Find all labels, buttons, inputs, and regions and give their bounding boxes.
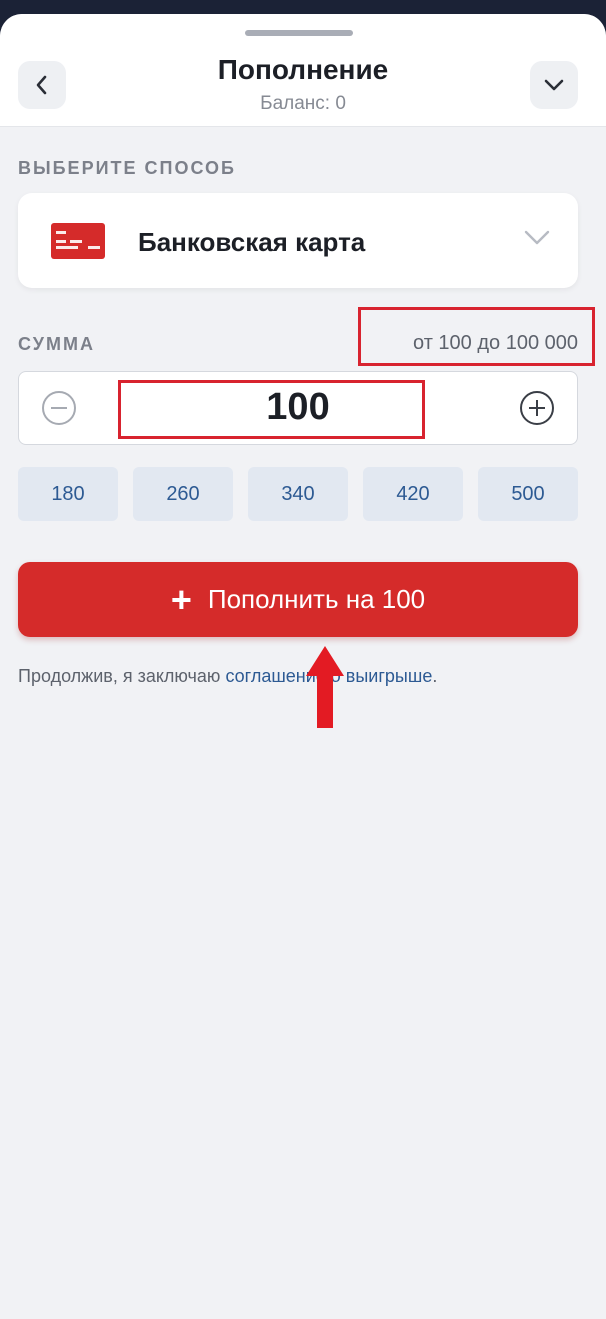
collapse-button[interactable] bbox=[530, 61, 578, 109]
amount-range-text: от 100 до 100 000 bbox=[413, 332, 578, 354]
amount-section-label: СУММА bbox=[18, 334, 95, 354]
sheet-header: Пополнение Баланс: 0 bbox=[0, 14, 606, 127]
preset-amount-button[interactable]: 260 bbox=[133, 467, 233, 521]
terms-prefix: Продолжив, я заключаю bbox=[18, 666, 226, 686]
bottom-sheet: Пополнение Баланс: 0 ВЫБЕРИТЕ СПОСОБ Бан… bbox=[0, 14, 606, 1319]
sheet-grabber[interactable] bbox=[245, 30, 353, 36]
preset-amount-button[interactable]: 180 bbox=[18, 467, 118, 521]
chevron-down-icon bbox=[524, 230, 550, 245]
balance-text: Баланс: 0 bbox=[260, 93, 346, 114]
deposit-button[interactable]: + Пополнить на 100 bbox=[18, 562, 578, 637]
annotation-arrow-icon bbox=[306, 646, 344, 728]
chevron-down-icon bbox=[544, 79, 564, 91]
preset-amount-button[interactable]: 340 bbox=[248, 467, 348, 521]
plus-icon: + bbox=[170, 578, 192, 620]
page-title: Пополнение bbox=[217, 54, 389, 85]
payment-method-name: Банковская карта bbox=[138, 227, 366, 257]
amount-stepper[interactable]: 100 bbox=[18, 371, 578, 445]
amount-input[interactable]: 100 bbox=[19, 386, 577, 429]
method-section-label: ВЫБЕРИТЕ СПОСОБ bbox=[18, 158, 236, 178]
plus-circle-icon[interactable] bbox=[519, 390, 555, 426]
preset-amounts: 180 260 340 420 500 bbox=[18, 467, 578, 521]
terms-suffix: . bbox=[432, 666, 438, 686]
preset-amount-button[interactable]: 420 bbox=[363, 467, 463, 521]
bank-card-icon bbox=[51, 223, 105, 259]
preset-amount-button[interactable]: 500 bbox=[478, 467, 578, 521]
deposit-button-label: Пополнить на 100 bbox=[207, 584, 426, 614]
payment-method-select[interactable]: Банковская карта bbox=[18, 193, 578, 288]
terms-text: Продолжив, я заключаю соглашение о выигр… bbox=[18, 666, 437, 687]
